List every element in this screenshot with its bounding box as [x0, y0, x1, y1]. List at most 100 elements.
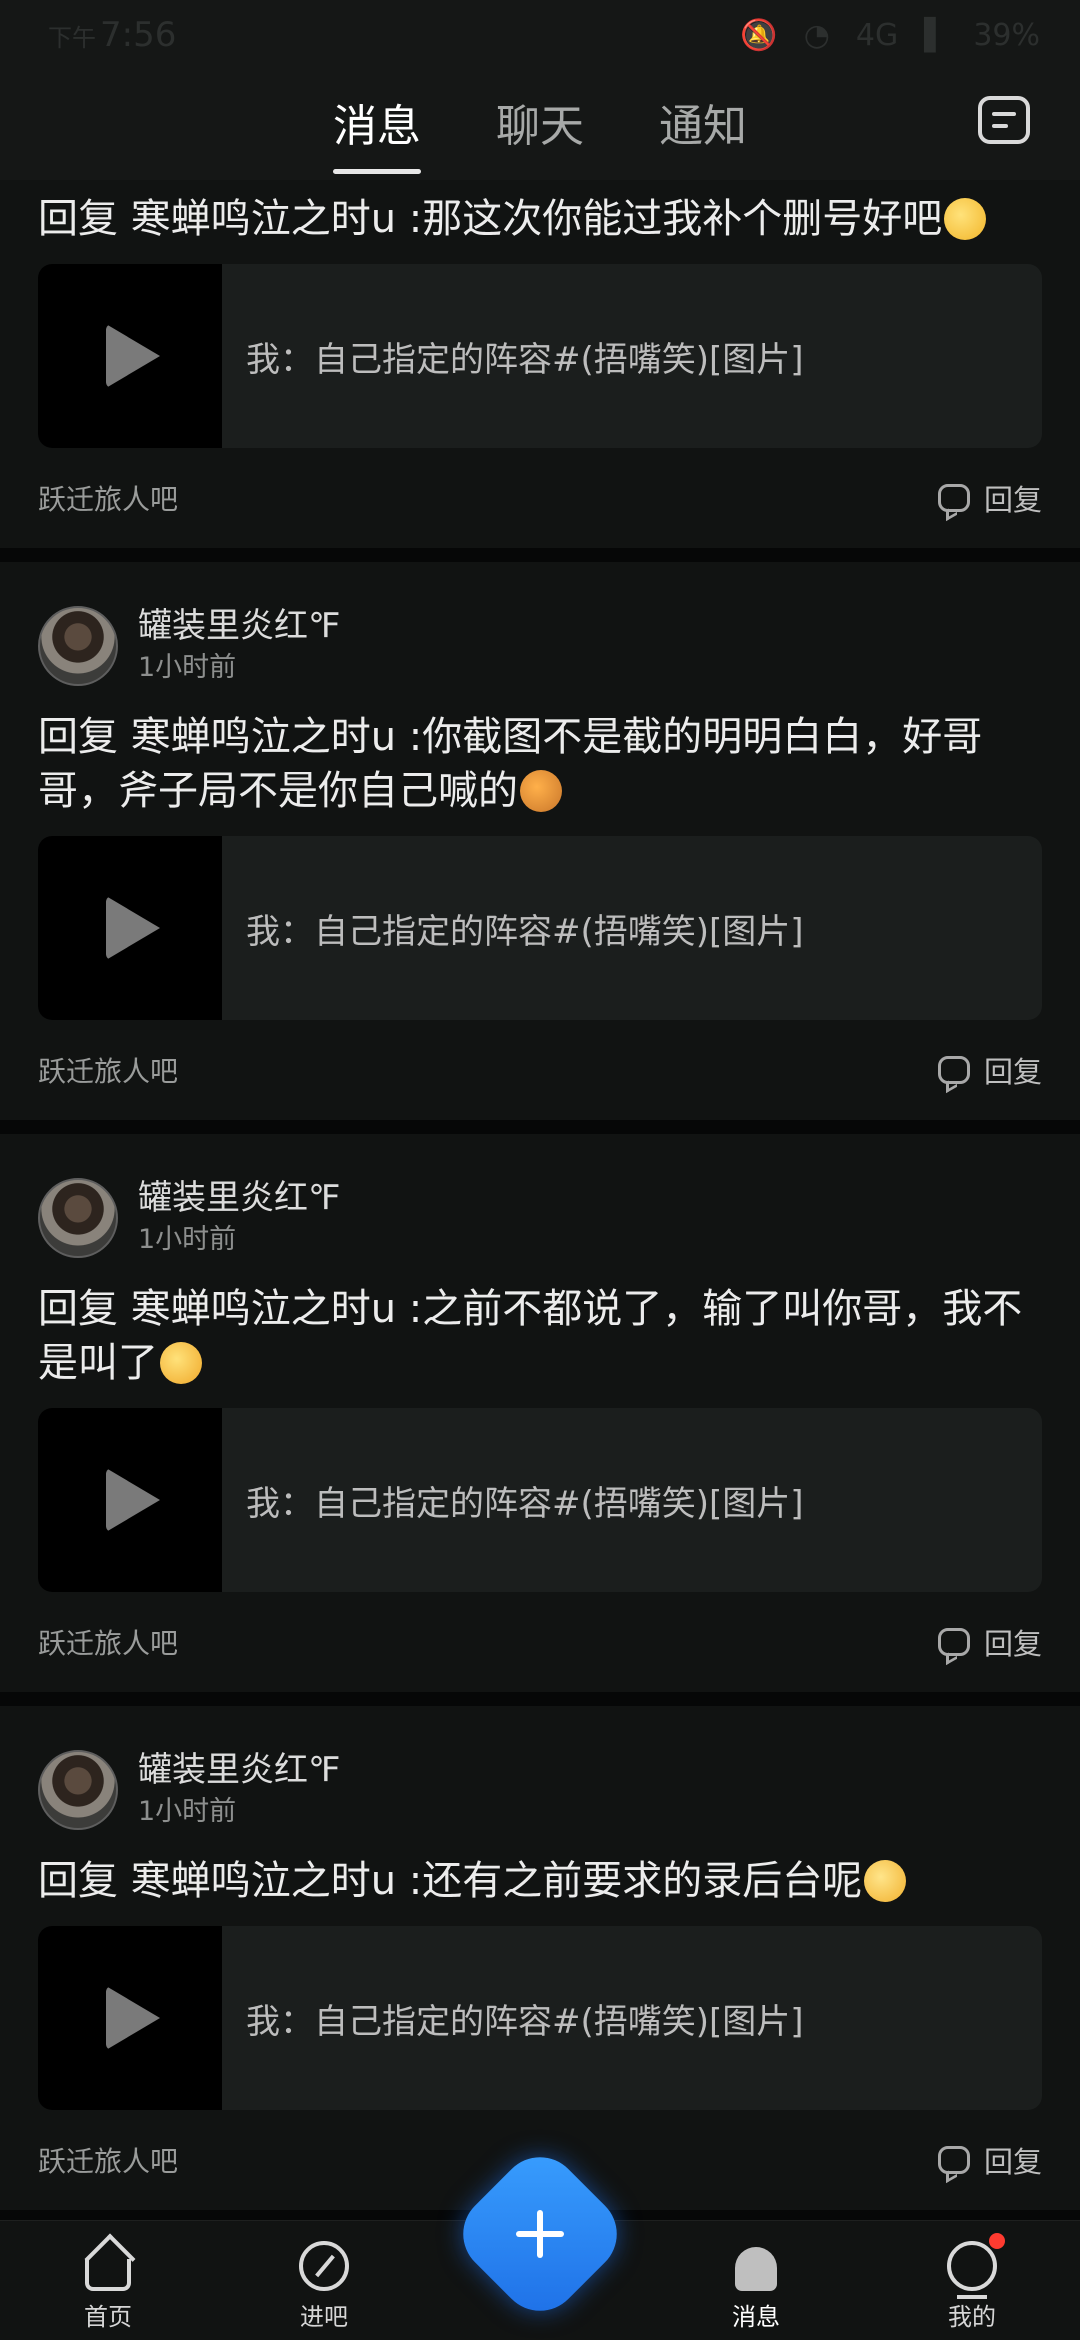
top-header: 消息 聊天 通知 [0, 70, 1080, 180]
message-card[interactable]: 回复 寒蝉鸣泣之时u :那这次你能过我补个删号好吧 我：自己指定的阵容#(捂嘴笑… [0, 180, 1080, 548]
comment-icon [937, 2146, 970, 2174]
tab-chat[interactable]: 聊天 [496, 90, 584, 174]
nav-jinba[interactable]: 进吧 [249, 2241, 399, 2332]
network-type: 4G [855, 17, 899, 53]
avatar[interactable] [38, 1178, 118, 1258]
comment-icon [937, 484, 970, 512]
nav-profile-label: 我的 [948, 2303, 996, 2331]
nav-profile[interactable]: 我的 [897, 2233, 1047, 2332]
username[interactable]: 罐装里炎红℉ [138, 1176, 340, 1220]
card-footer: 跃迁旅人吧 回复 [38, 448, 1042, 548]
quoted-post[interactable]: 我：自己指定的阵容#(捂嘴笑)[图片] [38, 264, 1042, 448]
play-icon [106, 1986, 160, 2050]
quoted-post[interactable]: 我：自己指定的阵容#(捂嘴笑)[图片] [38, 1926, 1042, 2110]
sweat-emoji-icon [944, 198, 987, 240]
message-icon [735, 2247, 777, 2291]
status-bar: 下午 7:56 🔕 ◔ 4G ▌ 39% [0, 0, 1080, 70]
forum-name[interactable]: 跃迁旅人吧 [38, 2140, 178, 2180]
quote-text: 我：自己指定的阵容#(捂嘴笑)[图片] [246, 339, 804, 380]
kiss-emoji-icon [160, 1342, 202, 1384]
forum-name[interactable]: 跃迁旅人吧 [38, 478, 178, 518]
nav-home-label: 首页 [84, 2303, 132, 2331]
chat-list-icon[interactable] [978, 96, 1030, 144]
video-thumbnail[interactable] [38, 1926, 222, 2110]
nav-messages[interactable]: 消息 [681, 2247, 831, 2332]
reply-content[interactable]: 回复 寒蝉鸣泣之时u :你截图不是截的明明白白，好哥哥，斧子局不是你自己喊的 [38, 710, 1042, 818]
card-footer: 跃迁旅人吧 回复 [38, 1592, 1042, 1692]
card-divider [0, 1692, 1080, 1706]
user-info: 罐装里炎红℉ 1小时前 [138, 604, 340, 688]
reply-button[interactable]: 回复 [937, 2139, 1042, 2181]
quoted-post[interactable]: 我：自己指定的阵容#(捂嘴笑)[图片] [38, 1408, 1042, 1592]
nav-home[interactable]: 首页 [33, 2245, 183, 2332]
reply-button[interactable]: 回复 [937, 1049, 1042, 1091]
sad-emoji-icon [520, 770, 562, 812]
card-header: 罐装里炎红℉ 1小时前 [38, 562, 1042, 688]
profile-icon [947, 2233, 1005, 2299]
reply-label: 回复 [983, 483, 1042, 517]
nav-jinba-label: 进吧 [300, 2303, 348, 2331]
message-card[interactable]: 罐装里炎红℉ 1小时前 回复 寒蝉鸣泣之时u :你截图不是截的明明白白，好哥哥，… [0, 562, 1080, 1120]
play-icon [106, 324, 160, 388]
status-indicators: 🔕 ◔ 4G ▌ 39% [740, 18, 1040, 53]
play-icon [106, 896, 160, 960]
reply-content[interactable]: 回复 寒蝉鸣泣之时u :之前不都说了，输了叫你哥，我不是叫了 [38, 1282, 1042, 1390]
home-icon [85, 2259, 131, 2291]
video-thumbnail[interactable] [38, 264, 222, 448]
card-footer: 跃迁旅人吧 回复 [38, 1020, 1042, 1120]
message-feed[interactable]: 回复 寒蝉鸣泣之时u :那这次你能过我补个删号好吧 我：自己指定的阵容#(捂嘴笑… [0, 180, 1080, 2220]
battery-level: 39% [973, 17, 1040, 53]
timestamp: 1小时前 [138, 652, 237, 683]
reply-label: 回复 [983, 2145, 1042, 2179]
signal-icon: ▌ [924, 17, 948, 53]
avatar[interactable] [38, 1750, 118, 1830]
reply-text: 回复 寒蝉鸣泣之时u :你截图不是截的明明白白，好哥哥，斧子局不是你自己喊的 [38, 714, 983, 814]
timestamp: 1小时前 [138, 1796, 237, 1827]
card-header: 罐装里炎红℉ 1小时前 [38, 1706, 1042, 1832]
reply-content[interactable]: 回复 寒蝉鸣泣之时u :还有之前要求的录后台呢 [38, 1854, 1042, 1908]
forum-name[interactable]: 跃迁旅人吧 [38, 1050, 178, 1090]
avatar[interactable] [38, 606, 118, 686]
reply-label: 回复 [983, 1055, 1042, 1089]
reply-button[interactable]: 回复 [937, 477, 1042, 519]
forum-name[interactable]: 跃迁旅人吧 [38, 1622, 178, 1662]
plus-icon[interactable] [510, 2204, 570, 2264]
tab-notifications[interactable]: 通知 [659, 90, 747, 174]
video-thumbnail[interactable] [38, 1408, 222, 1592]
tab-messages[interactable]: 消息 [333, 90, 421, 174]
nav-messages-label: 消息 [732, 2303, 780, 2331]
user-info: 罐装里炎红℉ 1小时前 [138, 1176, 340, 1260]
video-thumbnail[interactable] [38, 836, 222, 1020]
status-clock: 7:56 [100, 15, 177, 55]
reply-button[interactable]: 回复 [937, 1621, 1042, 1663]
hug-emoji-icon [864, 1860, 907, 1902]
card-divider [0, 1120, 1080, 1134]
notification-dot [989, 2233, 1005, 2249]
quote-text: 我：自己指定的阵容#(捂嘴笑)[图片] [246, 911, 804, 952]
status-time: 下午 7:56 [48, 15, 176, 55]
quote-text: 我：自己指定的阵容#(捂嘴笑)[图片] [246, 1483, 804, 1524]
user-info: 罐装里炎红℉ 1小时前 [138, 1748, 340, 1832]
reply-label: 回复 [983, 1627, 1042, 1661]
message-card[interactable]: 罐装里炎红℉ 1小时前 回复 寒蝉鸣泣之时u :之前不都说了，输了叫你哥，我不是… [0, 1134, 1080, 1692]
timestamp: 1小时前 [138, 1224, 237, 1255]
comment-icon [937, 1056, 970, 1084]
username[interactable]: 罐装里炎红℉ [138, 1748, 340, 1792]
reply-text: 回复 寒蝉鸣泣之时u :那这次你能过我补个删号好吧 [38, 196, 943, 242]
compass-icon [299, 2241, 349, 2291]
quoted-post[interactable]: 我：自己指定的阵容#(捂嘴笑)[图片] [38, 836, 1042, 1020]
username[interactable]: 罐装里炎红℉ [138, 604, 340, 648]
mute-icon: 🔕 [740, 17, 778, 53]
message-card[interactable]: 罐装里炎红℉ 1小时前 回复 寒蝉鸣泣之时u :还有之前要求的录后台呢 我：自己… [0, 1706, 1080, 2210]
message-tabs: 消息 聊天 通知 [0, 90, 1080, 174]
status-ampm: 下午 [48, 24, 96, 52]
reply-content[interactable]: 回复 寒蝉鸣泣之时u :那这次你能过我补个删号好吧 [38, 192, 1042, 246]
card-divider [0, 548, 1080, 562]
play-icon [106, 1468, 160, 1532]
reply-text: 回复 寒蝉鸣泣之时u :还有之前要求的录后台呢 [38, 1858, 863, 1904]
messages-page: 下午 7:56 🔕 ◔ 4G ▌ 39% 消息 聊天 通知 回复 寒蝉鸣泣之时u… [0, 0, 1080, 2340]
wifi-icon: ◔ [803, 17, 830, 53]
quote-text: 我：自己指定的阵容#(捂嘴笑)[图片] [246, 2001, 804, 2042]
card-header: 罐装里炎红℉ 1小时前 [38, 1134, 1042, 1260]
comment-icon [937, 1628, 970, 1656]
